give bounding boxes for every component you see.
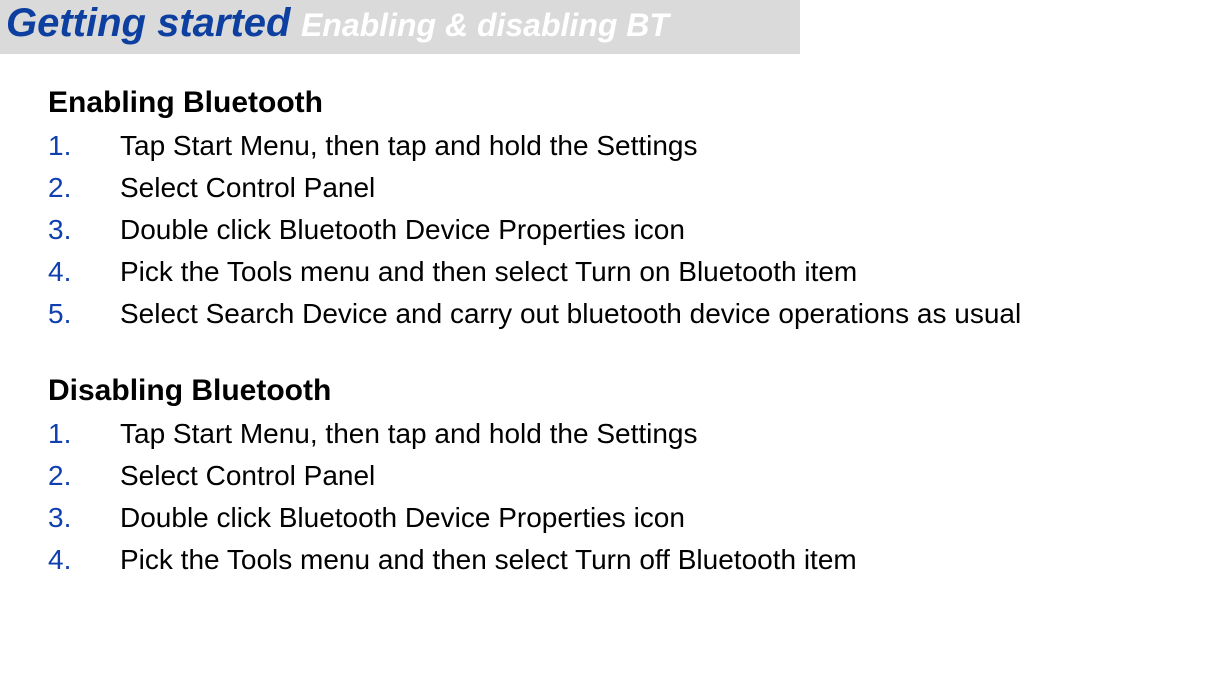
title-sub: Enabling & disabling BT xyxy=(301,7,669,43)
step-text: Double click Bluetooth Device Properties… xyxy=(120,214,685,246)
title-bar: Getting started Enabling & disabling BT xyxy=(0,0,800,54)
step-number: 1. xyxy=(48,418,120,450)
step-number: 3. xyxy=(48,214,120,246)
step-text: Double click Bluetooth Device Properties… xyxy=(120,502,685,534)
step-text: Select Control Panel xyxy=(120,172,375,204)
step-number: 2. xyxy=(48,460,120,492)
step-row: 3. Double click Bluetooth Device Propert… xyxy=(48,502,1216,534)
step-text: Tap Start Menu, then tap and hold the Se… xyxy=(120,130,698,162)
step-row: 1. Tap Start Menu, then tap and hold the… xyxy=(48,130,1216,162)
step-text: Tap Start Menu, then tap and hold the Se… xyxy=(120,418,698,450)
step-row: 3. Double click Bluetooth Device Propert… xyxy=(48,214,1216,246)
step-row: 5. Select Search Device and carry out bl… xyxy=(48,298,1216,330)
step-text: Select Search Device and carry out bluet… xyxy=(120,298,1021,330)
step-number: 3. xyxy=(48,502,120,534)
step-number: 4. xyxy=(48,256,120,288)
section-heading-disabling: Disabling Bluetooth xyxy=(48,374,1216,408)
section-disabling: Disabling Bluetooth 1. Tap Start Menu, t… xyxy=(48,374,1216,576)
step-number: 2. xyxy=(48,172,120,204)
step-row: 2. Select Control Panel xyxy=(48,460,1216,492)
step-number: 5. xyxy=(48,298,120,330)
step-row: 1. Tap Start Menu, then tap and hold the… xyxy=(48,418,1216,450)
content-area: Enabling Bluetooth 1. Tap Start Menu, th… xyxy=(0,54,1216,576)
section-enabling: Enabling Bluetooth 1. Tap Start Menu, th… xyxy=(48,86,1216,330)
step-text: Select Control Panel xyxy=(120,460,375,492)
step-number: 4. xyxy=(48,544,120,576)
step-row: 2. Select Control Panel xyxy=(48,172,1216,204)
step-row: 4. Pick the Tools menu and then select T… xyxy=(48,544,1216,576)
section-heading-enabling: Enabling Bluetooth xyxy=(48,86,1216,120)
title-main: Getting started xyxy=(6,1,290,45)
step-number: 1. xyxy=(48,130,120,162)
step-row: 4. Pick the Tools menu and then select T… xyxy=(48,256,1216,288)
step-text: Pick the Tools menu and then select Turn… xyxy=(120,256,857,288)
step-text: Pick the Tools menu and then select Turn… xyxy=(120,544,857,576)
